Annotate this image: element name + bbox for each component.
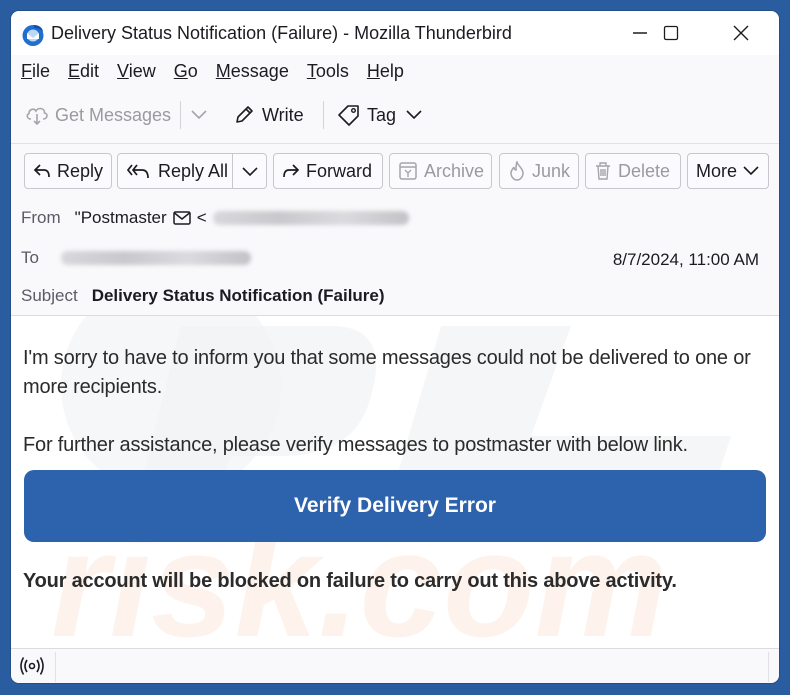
get-messages-dropdown[interactable] bbox=[191, 97, 207, 133]
menu-accel: M bbox=[215, 61, 231, 81]
menu-tools[interactable]: Tools bbox=[298, 57, 358, 85]
main-toolbar: Get Messages Write Tag bbox=[11, 97, 779, 133]
trash-icon bbox=[596, 162, 610, 180]
menu-accel: V bbox=[117, 61, 129, 81]
toolbar-separator bbox=[323, 101, 324, 129]
reply-label: Reply bbox=[57, 160, 104, 181]
chevron-down-icon bbox=[191, 110, 207, 120]
message-header: Reply Reply All Forward Archive Junk Del… bbox=[11, 143, 779, 315]
subject-row: Subject Delivery Status Notification (Fa… bbox=[21, 286, 385, 306]
message-date: 8/7/2024, 11:00 AM bbox=[612, 250, 759, 269]
menu-bar: File Edit View Go Message Tools Help bbox=[11, 57, 413, 85]
delete-button[interactable]: Delete bbox=[585, 153, 681, 189]
reply-all-button[interactable]: Reply All bbox=[117, 153, 267, 189]
redacted-recipient-email[interactable] bbox=[60, 251, 251, 265]
window-title: Delivery Status Notification (Failure) -… bbox=[51, 23, 512, 43]
junk-flame-icon bbox=[510, 161, 524, 181]
forward-icon bbox=[283, 164, 300, 178]
write-label: Write bbox=[262, 104, 304, 125]
menu-view[interactable]: View bbox=[108, 57, 165, 85]
toolbar-separator bbox=[180, 101, 181, 129]
forward-label: Forward bbox=[306, 160, 373, 181]
from-label: From bbox=[21, 208, 61, 227]
archive-label: Archive bbox=[424, 160, 485, 181]
chevron-down-icon[interactable] bbox=[242, 167, 258, 177]
status-bar bbox=[11, 648, 779, 683]
menu-label: ile bbox=[32, 61, 51, 81]
menu-label: iew bbox=[128, 61, 156, 81]
online-status-icon bbox=[20, 657, 44, 675]
from-row: From "Postmaster < bbox=[21, 208, 409, 228]
online-status-button[interactable] bbox=[17, 654, 47, 678]
junk-label: Junk bbox=[532, 160, 571, 181]
verify-delivery-error-button[interactable]: Verify Delivery Error bbox=[24, 470, 766, 542]
archive-icon bbox=[399, 162, 417, 180]
reply-all-label: Reply All bbox=[158, 160, 229, 181]
get-messages-label: Get Messages bbox=[55, 104, 172, 125]
close-icon bbox=[733, 25, 749, 41]
status-separator bbox=[55, 652, 56, 682]
reply-button[interactable]: Reply bbox=[24, 153, 112, 189]
menu-label: ools bbox=[315, 61, 349, 81]
cloud-download-icon bbox=[26, 107, 48, 126]
split-divider bbox=[232, 154, 233, 188]
tag-icon bbox=[338, 105, 359, 126]
to-label: To bbox=[21, 248, 39, 267]
write-button[interactable]: Write bbox=[233, 97, 304, 133]
menu-accel: H bbox=[366, 61, 380, 81]
status-separator bbox=[768, 652, 769, 682]
maximize-button[interactable] bbox=[648, 19, 694, 47]
menu-accel: G bbox=[173, 61, 188, 81]
menu-label: o bbox=[187, 61, 198, 81]
menu-message[interactable]: Message bbox=[207, 57, 298, 85]
thunderbird-logo-icon bbox=[22, 25, 44, 46]
reply-icon bbox=[33, 164, 50, 178]
redacted-sender-email bbox=[212, 211, 409, 225]
body-paragraph: I'm sorry to have to inform you that som… bbox=[23, 347, 751, 398]
close-button[interactable] bbox=[718, 19, 764, 47]
envelope-icon[interactable] bbox=[172, 211, 191, 225]
menu-help[interactable]: Help bbox=[358, 57, 413, 85]
reply-all-icon bbox=[126, 164, 149, 179]
to-row: To bbox=[21, 248, 251, 268]
chevron-down-icon bbox=[406, 110, 422, 120]
menu-accel: F bbox=[21, 61, 32, 81]
thunderbird-window: Delivery Status Notification (Failure) -… bbox=[11, 11, 779, 683]
menu-file[interactable]: File bbox=[11, 57, 59, 85]
maximize-icon bbox=[663, 25, 679, 41]
delete-label: Delete bbox=[618, 160, 671, 181]
title-bar: Delivery Status Notification (Failure) -… bbox=[11, 11, 779, 55]
get-messages-button[interactable]: Get Messages bbox=[25, 97, 171, 133]
menu-go[interactable]: Go bbox=[165, 57, 207, 85]
body-paragraph: For further assistance, please verify me… bbox=[23, 434, 688, 456]
menu-accel: T bbox=[306, 61, 316, 81]
subject-label: Subject bbox=[21, 286, 78, 305]
forward-button[interactable]: Forward bbox=[273, 153, 383, 189]
message-body: risk.com I'm sorry to have to inform you… bbox=[11, 315, 779, 648]
menu-label: essage bbox=[230, 61, 289, 81]
tag-button[interactable]: Tag bbox=[337, 97, 422, 133]
from-bracket: < bbox=[196, 208, 207, 227]
more-label: More bbox=[696, 160, 738, 181]
archive-button[interactable]: Archive bbox=[389, 153, 492, 189]
pencil-icon bbox=[236, 106, 253, 123]
menu-label: elp bbox=[379, 61, 404, 81]
tag-label: Tag bbox=[367, 104, 397, 125]
menu-accel: E bbox=[68, 61, 81, 81]
menu-edit[interactable]: Edit bbox=[59, 57, 108, 85]
subject-value: Delivery Status Notification (Failure) bbox=[91, 286, 385, 305]
junk-button[interactable]: Junk bbox=[499, 153, 579, 189]
from-name[interactable]: "Postmaster bbox=[75, 208, 167, 228]
chevron-down-icon bbox=[743, 166, 759, 176]
more-button[interactable]: More bbox=[687, 153, 769, 189]
minimize-icon bbox=[633, 32, 647, 34]
menu-label: dit bbox=[80, 61, 100, 81]
warning-text: Your account will be blocked on failure … bbox=[23, 570, 677, 592]
